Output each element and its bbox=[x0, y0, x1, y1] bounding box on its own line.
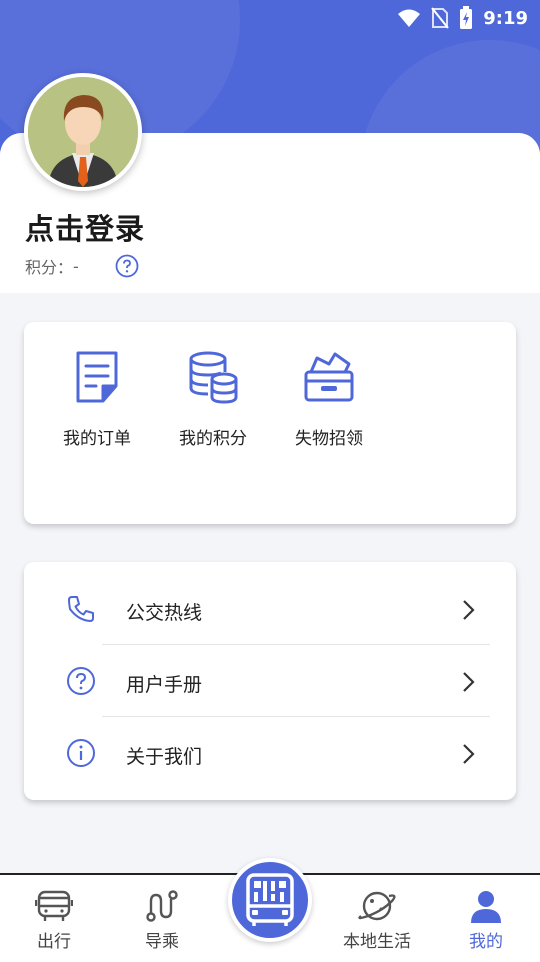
coins-stack-icon bbox=[189, 351, 238, 404]
lost-found-box-icon bbox=[304, 352, 354, 402]
points-label: 积分： bbox=[25, 258, 74, 277]
menu-card: 公交热线 用户手册 关于我们 bbox=[24, 562, 516, 800]
no-sim-icon bbox=[431, 7, 449, 29]
question-circle-icon bbox=[67, 667, 95, 695]
center-qr-button[interactable] bbox=[228, 858, 312, 942]
points-value: - bbox=[73, 256, 79, 276]
divider bbox=[102, 644, 490, 645]
nav-item-guide[interactable]: 导乘 bbox=[122, 889, 202, 952]
nav-label: 出行 bbox=[37, 932, 71, 952]
nav-label: 导乘 bbox=[145, 932, 179, 952]
points-row: 积分： - bbox=[25, 254, 79, 278]
quick-item-label: 我的积分 bbox=[179, 429, 247, 449]
nav-item-mine[interactable]: 我的 bbox=[446, 889, 526, 952]
avatar[interactable] bbox=[24, 73, 142, 191]
quick-item-points[interactable]: 我的积分 bbox=[158, 350, 268, 449]
quick-item-orders[interactable]: 我的订单 bbox=[42, 350, 152, 449]
qr-bus-code-icon bbox=[246, 873, 294, 926]
nav-label: 本地生活 bbox=[343, 932, 411, 952]
user-icon bbox=[471, 891, 501, 923]
chevron-right-icon bbox=[463, 600, 475, 620]
route-icon bbox=[146, 890, 178, 922]
businessman-avatar-icon bbox=[28, 77, 138, 187]
menu-item-about-us[interactable]: 关于我们 bbox=[24, 718, 516, 790]
chevron-right-icon bbox=[463, 672, 475, 692]
chevron-right-icon bbox=[463, 744, 475, 764]
nav-item-local-life[interactable]: 本地生活 bbox=[337, 889, 417, 952]
question-circle-icon[interactable] bbox=[115, 254, 139, 278]
menu-item-hotline[interactable]: 公交热线 bbox=[24, 574, 516, 646]
battery-charging-icon bbox=[460, 6, 473, 29]
divider bbox=[102, 716, 490, 717]
order-document-icon bbox=[76, 351, 118, 403]
quick-item-label: 失物招领 bbox=[295, 429, 363, 449]
quick-actions-card: 我的订单 我的积分 失物招领 bbox=[24, 322, 516, 524]
status-bar: 9:19 bbox=[0, 0, 540, 36]
menu-item-label: 关于我们 bbox=[126, 746, 203, 768]
menu-item-label: 用户手册 bbox=[126, 674, 203, 696]
status-time: 9:19 bbox=[483, 7, 528, 29]
menu-item-user-manual[interactable]: 用户手册 bbox=[24, 646, 516, 718]
phone-icon bbox=[68, 596, 94, 622]
nav-label: 我的 bbox=[469, 932, 503, 952]
info-icon bbox=[67, 739, 95, 767]
menu-item-label: 公交热线 bbox=[126, 602, 203, 624]
login-button[interactable]: 点击登录 bbox=[25, 206, 145, 248]
nav-item-travel[interactable]: 出行 bbox=[14, 889, 94, 952]
bus-icon bbox=[35, 890, 73, 921]
quick-item-label: 我的订单 bbox=[63, 429, 131, 449]
planet-icon bbox=[358, 891, 396, 921]
quick-item-lost-found[interactable]: 失物招领 bbox=[274, 350, 384, 449]
wifi-icon bbox=[398, 9, 421, 27]
